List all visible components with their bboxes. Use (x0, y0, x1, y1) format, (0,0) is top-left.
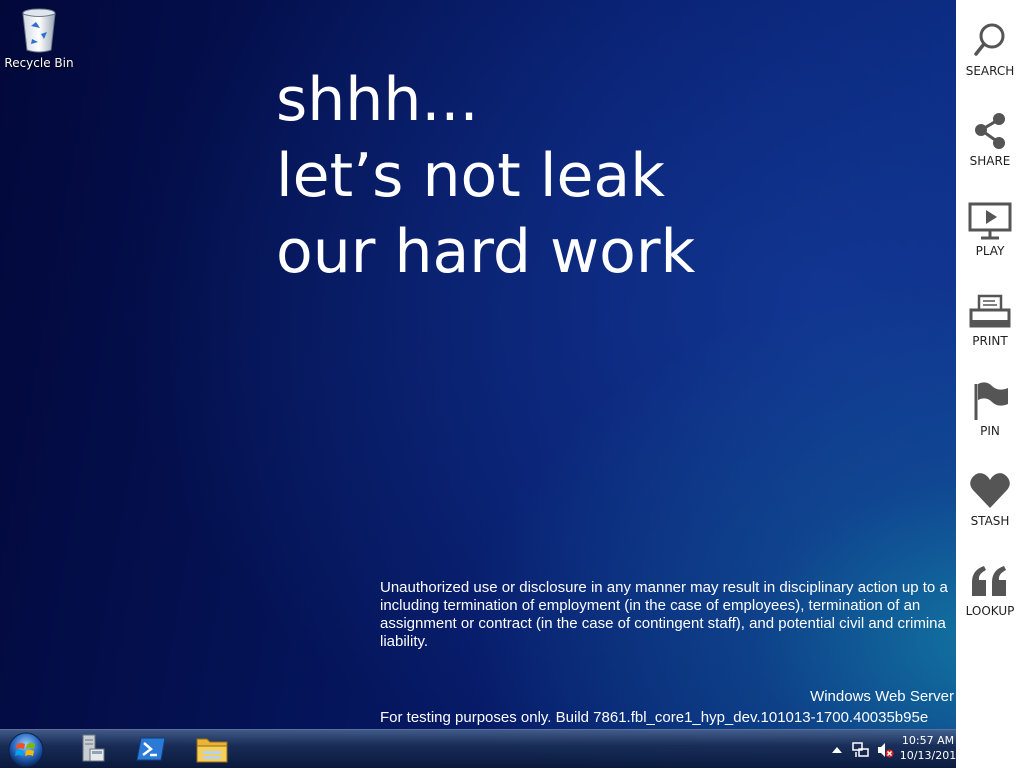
charm-share[interactable]: SHARE (956, 108, 1024, 198)
clock-date: 10/13/201 (899, 749, 957, 762)
charm-search[interactable]: SEARCH (956, 18, 1024, 108)
charm-print[interactable]: PRINT (956, 288, 1024, 378)
clock-time: 10:57 AM (901, 734, 955, 747)
taskbar-file-explorer[interactable] (186, 732, 238, 766)
pin-icon (974, 382, 1008, 420)
product-watermark: Windows Web Server (810, 688, 954, 705)
disclaimer-text: Unauthorized use or disclosure in any ma… (380, 579, 980, 651)
charm-pin[interactable]: PIN (956, 378, 1024, 468)
headline-line: our hard work (276, 217, 696, 287)
charm-label: LOOKUP (965, 604, 1015, 618)
disclaimer-line: Unauthorized use or disclosure in any ma… (380, 579, 948, 596)
build-watermark: For testing purposes only. Build 7861.fb… (380, 709, 929, 726)
taskbar-clock[interactable]: 10:57 AM 10/13/201 (898, 733, 958, 763)
charm-lookup[interactable]: LOOKUP (956, 558, 1024, 648)
volume-muted-icon[interactable] (876, 741, 894, 759)
taskbar-powershell[interactable] (125, 732, 177, 766)
recycle-bin-icon (22, 8, 56, 53)
search-icon (974, 23, 1005, 56)
network-icon[interactable] (852, 741, 870, 759)
charms-bar: SEARCH SHARE PLAY PRINT PIN STASH LOOKUP (956, 0, 1024, 768)
disclaimer-line: including termination of employment (in … (380, 597, 921, 614)
file-explorer-icon (196, 738, 228, 763)
play-icon (968, 202, 1012, 240)
headline-line: shhh... (276, 65, 479, 135)
disclaimer-line: liability. (380, 633, 429, 650)
print-icon (969, 294, 1011, 328)
desktop-background: Recycle Bin shhh... let’s not leak our h… (0, 0, 1024, 768)
charm-stash[interactable]: STASH (956, 468, 1024, 558)
start-button[interactable] (6, 731, 46, 768)
taskbar: 10:57 AM 10/13/201 (0, 729, 1024, 768)
disclaimer-line: assignment or contract (in the case of c… (380, 615, 946, 632)
share-icon (975, 113, 1005, 149)
charm-play[interactable]: PLAY (956, 198, 1024, 288)
headline: shhh... let’s not leak our hard work (276, 62, 695, 290)
headline-line: let’s not leak (276, 141, 665, 211)
show-hidden-icons-icon[interactable] (828, 741, 846, 759)
charm-label: PIN (980, 424, 1000, 438)
desktop-icon-recycle-bin[interactable]: Recycle Bin (4, 6, 74, 70)
powershell-icon (136, 737, 166, 761)
charm-label: STASH (970, 514, 1010, 528)
server-manager-icon (82, 734, 105, 762)
desktop-icon-label: Recycle Bin (4, 56, 74, 70)
charm-label: SHARE (969, 154, 1011, 168)
start-orb-icon (8, 732, 44, 768)
charm-label: SEARCH (965, 64, 1015, 78)
lookup-icon (972, 566, 1006, 596)
stash-icon (970, 473, 1010, 508)
charm-label: PRINT (972, 334, 1008, 348)
charm-label: PLAY (975, 244, 1005, 258)
taskbar-server-manager[interactable] (64, 732, 116, 766)
